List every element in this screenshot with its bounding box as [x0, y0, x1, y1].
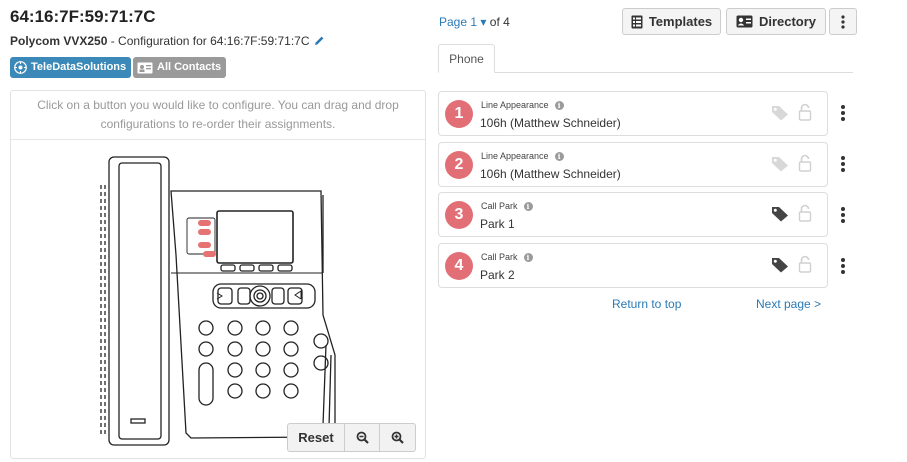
directory-button[interactable]: Directory: [726, 8, 826, 35]
line-options-menu-4[interactable]: [836, 256, 850, 276]
zoom-controls: Reset: [287, 423, 416, 452]
tenant-badge-label: TeleDataSolutions: [31, 61, 127, 73]
line-key-card-1[interactable]: 1 Line Appearance i 106h (Matthew Schneid…: [438, 91, 828, 136]
line-value: Park 2: [480, 268, 515, 282]
menu-dot: [841, 264, 845, 268]
line-number-badge: 3: [445, 201, 473, 229]
line-options-menu-2[interactable]: [836, 154, 850, 174]
tag-icon[interactable]: [771, 156, 789, 177]
line-type: Line Appearance i: [481, 151, 564, 161]
menu-dot: [841, 213, 845, 217]
instructions-line-2: configurations to re-order their assignm…: [100, 117, 336, 131]
tag-icon[interactable]: [771, 257, 789, 278]
line-value: Park 1: [480, 217, 515, 231]
tab-divider: [438, 72, 853, 73]
device-subtitle: Polycom VVX250 - Configuration for 64:16…: [10, 34, 325, 49]
zoom-in-icon: [391, 431, 404, 444]
line-key-indicators: [198, 220, 216, 257]
contacts-badge-label: All Contacts: [157, 61, 222, 73]
menu-dot: [841, 168, 845, 172]
menu-dot: [841, 270, 845, 274]
line-key-card-4[interactable]: 4 Call Park i Park 2: [438, 243, 828, 288]
templates-icon: [631, 15, 643, 29]
tag-icon[interactable]: [771, 206, 789, 227]
line-type: Call Park i: [481, 201, 533, 211]
menu-dot: [841, 219, 845, 223]
pencil-icon[interactable]: [314, 35, 325, 49]
phone-illustration: [100, 156, 336, 446]
tab-phone[interactable]: Phone: [438, 44, 495, 73]
address-card-icon: [736, 15, 753, 28]
line-type-label: Line Appearance: [481, 100, 549, 110]
line-number-badge: 2: [445, 151, 473, 179]
more-options-button[interactable]: [829, 8, 857, 35]
directory-label: Directory: [758, 14, 817, 29]
line-number-badge: 1: [445, 100, 473, 128]
templates-label: Templates: [648, 14, 713, 29]
line-options-menu-3[interactable]: [836, 205, 850, 225]
config-label: - Configuration for 64:16:7F:59:71:7C: [107, 34, 310, 48]
menu-dot: [841, 105, 845, 109]
zoom-in-button[interactable]: [380, 424, 415, 451]
line-key-card-3[interactable]: 3 Call Park i Park 1: [438, 192, 828, 237]
pagination: Page 1 ▾ of 4: [439, 15, 510, 29]
line-value: 106h (Matthew Schneider): [480, 167, 621, 181]
chevron-down-icon: ▾: [480, 15, 487, 29]
line-type: Call Park i: [481, 252, 533, 262]
line-type: Line Appearance i: [481, 100, 564, 110]
info-icon[interactable]: i: [554, 151, 564, 161]
unlock-icon[interactable]: [798, 255, 812, 278]
configure-instructions: Click on a button you would like to conf…: [11, 91, 425, 140]
line-value: 106h (Matthew Schneider): [480, 116, 621, 130]
zoom-out-icon: [356, 431, 369, 444]
menu-dot: [841, 162, 845, 166]
menu-dot: [841, 111, 845, 115]
page-select[interactable]: 1 ▾: [470, 15, 486, 29]
menu-dot: [841, 156, 845, 160]
unlock-icon[interactable]: [798, 103, 812, 126]
vertical-ellipsis-icon: [841, 14, 845, 29]
device-mac-title: 64:16:7F:59:71:7C: [10, 7, 156, 26]
info-icon[interactable]: i: [523, 201, 533, 211]
line-type-label: Call Park: [481, 252, 518, 262]
info-icon[interactable]: i: [554, 100, 564, 110]
page-prefix: Page: [439, 15, 468, 29]
line-type-label: Call Park: [481, 201, 518, 211]
device-model: Polycom VVX250: [10, 34, 108, 48]
reset-zoom-button[interactable]: Reset: [288, 424, 345, 451]
line-number-badge: 4: [445, 252, 473, 280]
instructions-line-1: Click on a button you would like to conf…: [37, 98, 399, 112]
contacts-badge[interactable]: All Contacts: [133, 57, 227, 78]
return-to-top-link[interactable]: Return to top: [612, 297, 681, 311]
menu-dot: [841, 117, 845, 121]
templates-button[interactable]: Templates: [622, 8, 721, 35]
next-page-link[interactable]: Next page >: [756, 297, 821, 311]
teledata-logo-icon: [14, 61, 27, 74]
menu-dot: [841, 207, 845, 211]
tenant-badge[interactable]: TeleDataSolutions: [10, 57, 132, 78]
phone-preview-panel: Click on a button you would like to conf…: [10, 90, 426, 459]
tag-icon[interactable]: [771, 105, 789, 126]
menu-dot: [841, 258, 845, 262]
info-icon[interactable]: i: [523, 252, 533, 262]
page-total: of 4: [489, 15, 510, 29]
contact-card-icon: [137, 62, 153, 74]
zoom-out-button[interactable]: [345, 424, 380, 451]
line-key-card-2[interactable]: 2 Line Appearance i 106h (Matthew Schneid…: [438, 142, 828, 187]
current-page: 1: [470, 15, 478, 29]
line-type-label: Line Appearance: [481, 151, 549, 161]
unlock-icon[interactable]: [798, 204, 812, 227]
unlock-icon[interactable]: [798, 154, 812, 177]
line-options-menu-1[interactable]: [836, 103, 850, 123]
